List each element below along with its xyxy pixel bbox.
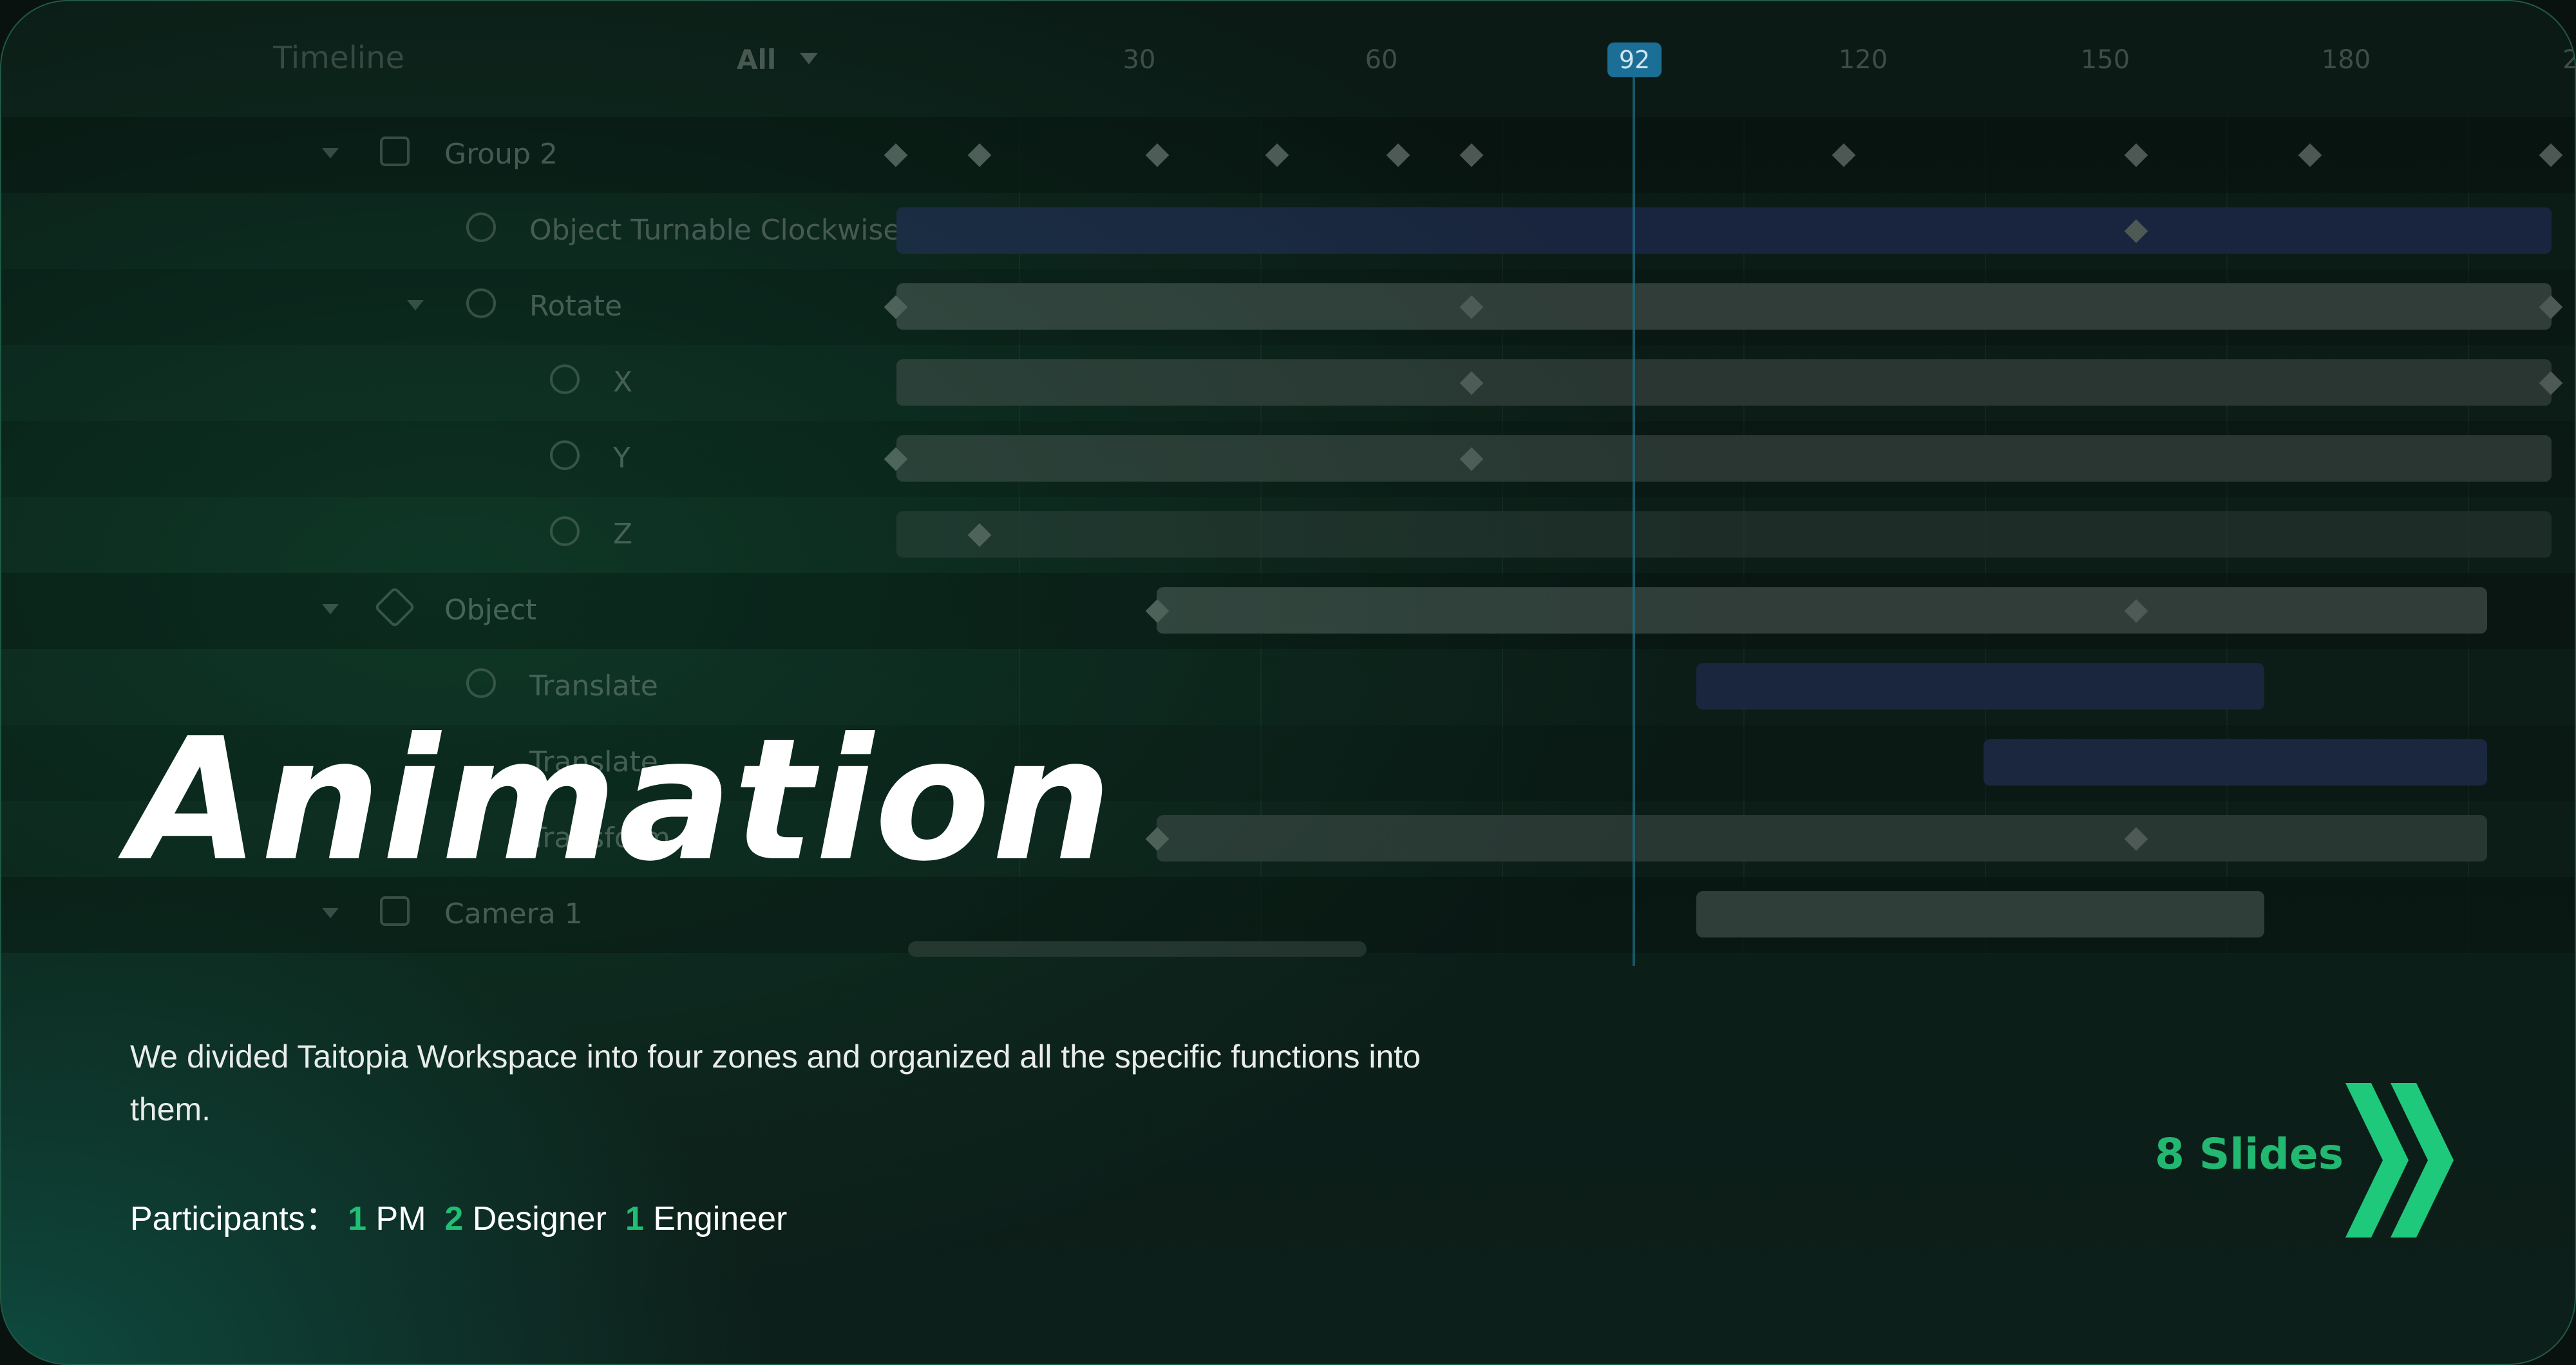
participants-line: Participants： 1 PM 2 Designer 1 Engineer [130, 1191, 787, 1239]
track-label: Rotate [529, 290, 623, 323]
track-bar [896, 511, 2552, 558]
track-label: Translate [529, 670, 658, 702]
keyframe [1386, 143, 1410, 167]
playhead-frame-badge: 92 [1607, 42, 1662, 77]
track-label: X [613, 366, 633, 399]
keyframe [884, 143, 908, 167]
timeline-tick: 180 [2321, 45, 2371, 75]
track-label: Object [444, 594, 537, 626]
track-bar [896, 207, 2552, 254]
keyframe [2539, 143, 2563, 167]
double-chevron-right-icon[interactable] [2333, 1077, 2461, 1244]
track-row: Object [1, 573, 2575, 649]
track-bar [1696, 663, 2264, 710]
track-bar [1696, 891, 2264, 937]
engineer-count: 1 [625, 1200, 644, 1238]
track-label: Y [613, 442, 630, 475]
timeline-tick: 30 [1122, 45, 1156, 75]
track-bar [1984, 739, 2487, 786]
rotate-icon [466, 288, 496, 318]
folder-icon [380, 136, 410, 166]
timeline-title: Timeline [273, 40, 405, 76]
star-icon [466, 668, 496, 698]
playhead-line [1633, 77, 1635, 966]
engineer-label: Engineer [653, 1200, 788, 1238]
camera-icon [380, 896, 410, 926]
chevron-down-icon [800, 53, 818, 64]
designer-label: Designer [472, 1200, 607, 1238]
designer-count: 2 [444, 1200, 464, 1238]
track-label: Z [613, 518, 633, 551]
timeline-scrollbar [908, 941, 1367, 957]
track-bar [896, 359, 2552, 406]
track-row: Rotate [1, 269, 2575, 345]
chevron-down-icon [322, 604, 339, 614]
keyframe [1459, 143, 1484, 167]
timeline-tick: 60 [1365, 45, 1398, 75]
keyframe [1145, 143, 1170, 167]
keyframe [1265, 143, 1289, 167]
track-row: Group 2 [1, 117, 2575, 193]
keyframe [1832, 143, 1856, 167]
project-card[interactable]: Timeline All 30 60 120 150 180 2 Group 2 [0, 0, 2576, 1365]
participants-label: Participants： [130, 1200, 339, 1238]
keyframe [2124, 143, 2148, 167]
chevron-down-icon [407, 300, 424, 310]
object-icon [374, 586, 416, 628]
card-title: Animation [129, 702, 1113, 898]
card-description: We divided Taitopia Workspace into four … [130, 1039, 1421, 1127]
keyframe [2298, 143, 2322, 167]
track-bar [1157, 587, 2487, 634]
star-icon [466, 212, 496, 242]
axis-icon [550, 516, 580, 546]
track-bar [1157, 815, 2487, 861]
chevron-down-icon [322, 148, 339, 158]
timeline-tick: 150 [2080, 45, 2130, 75]
axis-icon [550, 440, 580, 470]
timeline-tick: 120 [1838, 45, 1888, 75]
pm-count: 1 [348, 1200, 367, 1238]
track-label: Camera 1 [444, 898, 583, 930]
keyframe [967, 143, 992, 167]
pm-label: PM [375, 1200, 426, 1238]
track-row: Z [1, 497, 2575, 573]
track-label: Group 2 [444, 138, 558, 171]
track-row: X [1, 345, 2575, 421]
chevron-down-icon [322, 908, 339, 918]
timeline-tick: 2 [2562, 45, 2575, 75]
slides-count-link[interactable]: 8 Slides [2155, 1129, 2344, 1179]
track-row: Object Turnable Clockwise [1, 193, 2575, 269]
track-bar [896, 283, 2552, 330]
track-row: Y [1, 421, 2575, 497]
track-bar [896, 435, 2552, 482]
timeline-filter-select: All [737, 44, 777, 75]
axis-icon [550, 364, 580, 394]
track-label: Object Turnable Clockwise [529, 214, 901, 247]
